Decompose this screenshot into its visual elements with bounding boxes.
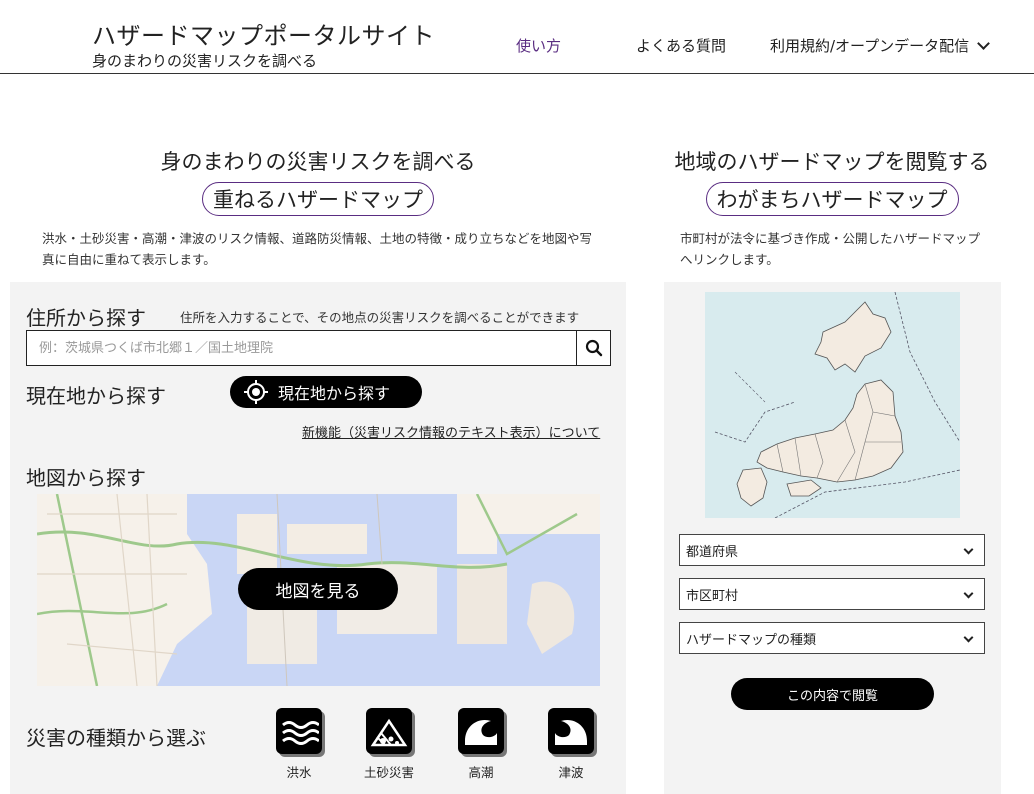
japan-map-image[interactable] [705,291,961,519]
hazard-map-type-select[interactable]: ハザードマップの種類 [679,622,985,654]
city-select[interactable]: 市区町村 [679,578,985,610]
left-description: 洪水・土砂災害・高潮・津波のリスク情報、道路防災情報、土地の特徴・成り立ちなどを… [42,231,593,267]
map-search-heading: 地図から探す [26,466,146,490]
nav-terms[interactable]: 利用規約/オープンデータ配信 [770,35,991,56]
disaster-tsunami[interactable]: 津波 [536,708,606,781]
current-location-heading: 現在地から探す [26,384,166,408]
current-location-button-label: 現在地から探す [278,384,391,403]
location-target-icon [244,380,268,404]
right-description: 市町村が法令に基づき作成・公開したハザードマップへリンクします。 [680,231,981,267]
japan-map-graphic [705,291,961,519]
hazard-map-type-select-value: ハザードマップの種類 [686,632,817,648]
flood-icon [276,708,322,754]
disaster-landslide[interactable]: 土砂災害 [354,708,424,781]
storm-surge-icon [458,708,504,754]
site-subtitle: 身のまわりの災害リスクを調べる [92,52,318,70]
overlay-hazard-map-title: 重ねるハザードマップ [202,182,434,216]
overlay-map-panel: 住所から探す 住所を入力することで、その地点の災害リスクを調べることができます … [10,282,626,794]
prefecture-select[interactable]: 都道府県 [679,534,985,566]
disaster-flood-label: 洪水 [286,765,312,780]
disaster-storm-surge[interactable]: 高潮 [446,708,516,781]
disaster-type-heading: 災害の種類から選ぶ [26,726,206,750]
chevron-down-icon [963,544,974,555]
browse-button[interactable]: この内容で閲覧 [731,678,934,710]
address-search-input[interactable] [27,331,577,365]
prefecture-select-value: 都道府県 [686,544,739,560]
chevron-down-icon [977,36,991,50]
disaster-flood[interactable]: 洪水 [264,708,334,781]
landslide-icon [366,708,412,754]
view-map-button[interactable]: 地図を見る [238,568,398,610]
search-button[interactable] [576,331,610,365]
disaster-landslide-label: 土砂災害 [363,765,414,780]
left-heading: 身のまわりの災害リスクを調べる [160,150,476,174]
tsunami-icon [548,708,594,754]
town-hazard-map-title: わがまちハザードマップ [705,182,959,216]
current-location-button[interactable]: 現在地から探す [230,376,422,408]
city-select-value: 市区町村 [686,588,739,604]
nav-usage[interactable]: 使い方 [516,35,561,56]
address-search-note: 住所を入力することで、その地点の災害リスクを調べることができます [180,310,580,325]
town-map-heading-block: 地域のハザードマップを閲覧する わがまちハザードマップ [664,146,1000,216]
new-feature-link[interactable]: 新機能（災害リスク情報のテキスト表示）について [302,422,600,441]
site-title[interactable]: ハザードマップポータルサイト [92,16,435,51]
disaster-storm-surge-label: 高潮 [468,765,494,780]
address-search-box [26,330,611,366]
town-map-panel: 都道府県 市区町村 ハザードマップの種類 この内容で閲覧 [664,282,1001,794]
disaster-tsunami-label: 津波 [558,765,584,780]
overlay-map-heading-block: 身のまわりの災害リスクを調べる 重ねるハザードマップ [10,146,626,216]
nav-faq[interactable]: よくある質問 [636,35,726,56]
chevron-down-icon [963,588,974,599]
right-heading: 地域のハザードマップを閲覧する [674,150,990,174]
chevron-down-icon [963,632,974,643]
address-search-heading: 住所から探す [26,306,146,330]
search-icon [585,339,602,357]
site-header: ハザードマップポータルサイト 身のまわりの災害リスクを調べる 使い方 よくある質… [0,0,1034,74]
nav-terms-label: 利用規約/オープンデータ配信 [770,37,970,55]
